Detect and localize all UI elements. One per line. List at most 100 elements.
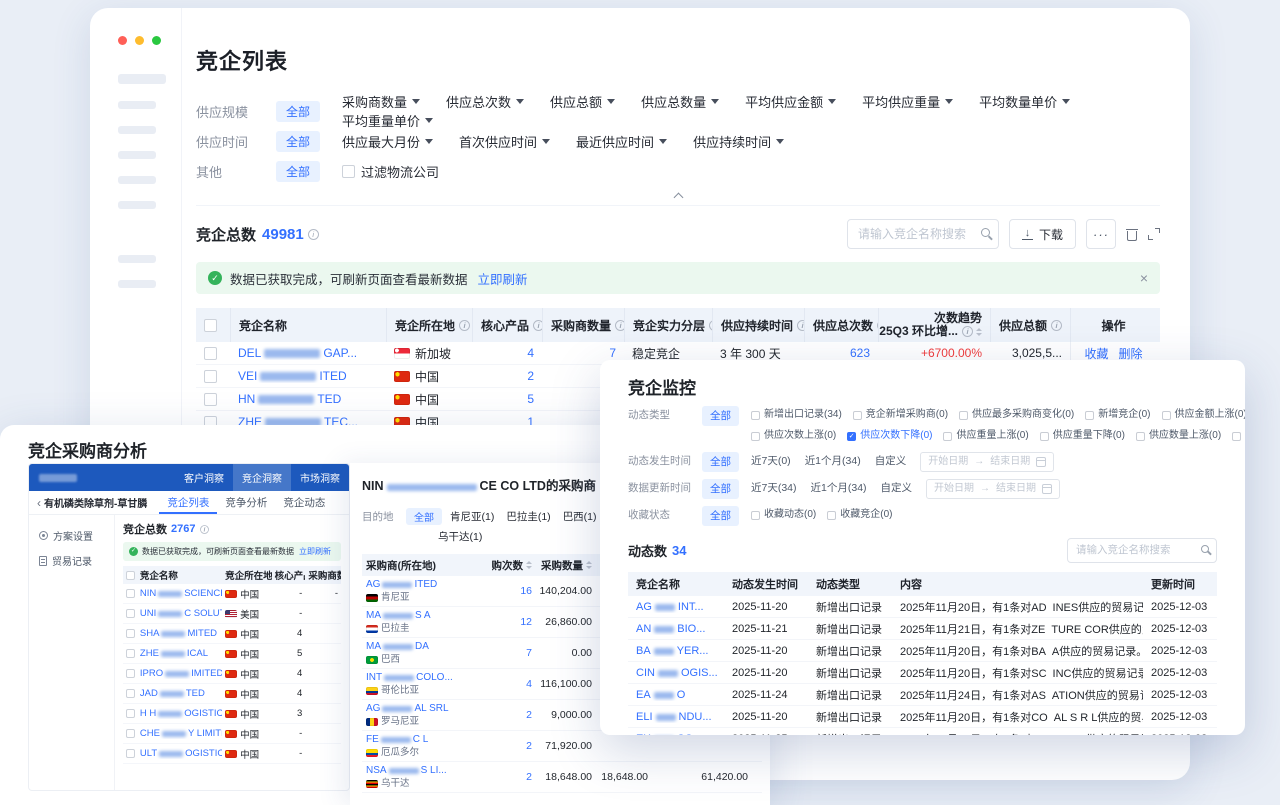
dynamic-type-checkbox[interactable]: 供应金额上涨(0) [1162, 406, 1246, 424]
select-all-checkbox[interactable] [126, 571, 135, 580]
dynamic-type-checkbox[interactable]: 新增出口记录(34) [751, 406, 842, 424]
column-header-buyer-count[interactable]: 采购商数量 [542, 308, 624, 342]
filter-dropdown[interactable]: 供应总数量 [641, 92, 719, 111]
row-checkbox[interactable] [126, 689, 135, 698]
sidebar-item-trade-records[interactable]: 贸易记录 [29, 548, 114, 573]
select-all-checkbox[interactable] [204, 319, 217, 332]
dynamic-type-checkbox[interactable]: 竞企新增采购商(0) [853, 406, 948, 424]
delete-link[interactable]: 删除 [1119, 345, 1143, 362]
table-row[interactable]: JADTED 中国 4 [123, 684, 341, 704]
purchaser-name-link[interactable]: NSAS LI... [366, 764, 447, 777]
sidebar-item-scheme-settings[interactable]: 方案设置 [29, 523, 114, 548]
column-header-duration[interactable]: 供应持续时间 [712, 308, 804, 342]
refresh-now-link[interactable]: 立即刷新 [299, 546, 331, 557]
company-name-link[interactable]: JADTED [140, 688, 205, 699]
sub-tab[interactable]: 竞企列表 [159, 491, 217, 514]
all-filter-chip[interactable]: 全部 [276, 131, 320, 152]
table-row[interactable]: EXCO... 2025-11-25 新增出口记录 2025年11月25日，有1… [628, 728, 1217, 735]
company-name-link[interactable]: ANBIO... [636, 623, 705, 635]
destination-option[interactable]: 巴拉圭(1) [506, 509, 550, 524]
company-name-link[interactable]: NINSCIENCE C... [140, 588, 222, 599]
company-name-link[interactable]: ULTOGISTICS ... [140, 748, 222, 759]
back-icon[interactable]: ‹ [37, 496, 41, 510]
filter-dropdown[interactable]: 平均供应金额 [745, 92, 836, 111]
sub-tab[interactable]: 竞企动态 [275, 491, 333, 514]
dynamic-type-checkbox[interactable]: 供应次数下降(0) [847, 427, 932, 445]
favorite-link[interactable]: 收藏 [1084, 345, 1108, 362]
total-times[interactable]: 623 [850, 346, 870, 360]
search-icon[interactable] [981, 228, 990, 237]
column-header-location[interactable]: 竞企所在地 [386, 308, 472, 342]
search-icon[interactable] [1201, 545, 1209, 553]
core-products-count[interactable]: 2 [527, 369, 534, 383]
top-nav-tab[interactable]: 竞企洞察 [233, 464, 291, 491]
logistics-filter-checkbox[interactable]: 过滤物流公司 [342, 162, 439, 181]
destination-option[interactable]: 巴西(1) [563, 509, 597, 524]
destination-option[interactable]: 肯尼亚(1) [450, 509, 494, 524]
dynamic-type-checkbox[interactable]: 供应最多采购商变化(0) [959, 406, 1074, 424]
row-checkbox[interactable] [126, 669, 135, 678]
buyer-count[interactable]: 7 [609, 346, 616, 360]
row-checkbox[interactable] [126, 589, 135, 598]
top-nav-tab[interactable]: 市场洞察 [291, 464, 349, 491]
row-checkbox[interactable] [126, 629, 135, 638]
company-name-link[interactable]: CHEY LIMITED [140, 728, 222, 739]
refresh-now-link[interactable]: 立即刷新 [478, 269, 528, 288]
all-filter-chip[interactable]: 全部 [406, 508, 442, 525]
filter-dropdown[interactable]: 供应总额 [550, 92, 615, 111]
column-header-purchase-qty[interactable]: 采购数量 [536, 558, 596, 573]
column-header-name[interactable]: 竞企名称 [230, 308, 386, 342]
row-checkbox[interactable] [204, 370, 217, 383]
dynamic-type-checkbox[interactable]: 供应重量上涨(0) [943, 427, 1028, 445]
dynamic-type-checkbox[interactable]: 供应次数上涨(0) [751, 427, 836, 445]
dynamic-type-checkbox[interactable]: 供应重量下降(0) [1040, 427, 1125, 445]
column-header-total-times[interactable]: 供应总次数 [804, 308, 878, 342]
purchaser-name-link[interactable]: MAS A [366, 609, 431, 622]
company-name-link[interactable]: EXCO... [636, 733, 702, 736]
table-row[interactable]: H HOGISTICS C... 中国 3 [123, 704, 341, 724]
purchaser-name-link[interactable]: FEC L [366, 733, 428, 746]
time-range-option[interactable]: 近1个月(34) [805, 452, 861, 470]
company-name-link[interactable]: AGINT... [636, 601, 704, 613]
company-name-link[interactable]: UNIC SOLUTI... [140, 608, 222, 619]
purchaser-name-link[interactable]: AGAL SRL [366, 702, 449, 715]
all-filter-chip[interactable]: 全部 [702, 506, 739, 526]
table-row[interactable]: IPROIMITED 35... 中国 4 [123, 664, 341, 684]
dynamic-type-checkbox[interactable]: 新增竞企(0) [1085, 406, 1150, 424]
filter-dropdown[interactable]: 采购商数量 [342, 92, 420, 111]
filter-dropdown[interactable]: 平均重量单价 [342, 111, 433, 130]
company-name-link[interactable]: HNTED [238, 392, 341, 406]
date-range-input[interactable]: 开始日期→结束日期 [926, 479, 1060, 499]
table-row[interactable]: ZHEICAL 中国 5 [123, 644, 341, 664]
company-name-link[interactable]: ELINDU... [636, 711, 712, 723]
purchaser-name-link[interactable]: AGITED [366, 578, 437, 591]
filter-dropdown[interactable]: 供应总次数 [446, 92, 524, 111]
purchaser-name-link[interactable]: INTCOLO... [366, 671, 453, 684]
sort-icon[interactable] [976, 328, 982, 336]
top-nav-tab[interactable]: 客户洞察 [175, 464, 233, 491]
time-range-option[interactable]: 自定义 [881, 479, 913, 497]
company-name-link[interactable]: ZHEICAL [140, 648, 208, 659]
row-checkbox[interactable] [126, 749, 135, 758]
company-name-link[interactable]: EAO [636, 689, 685, 701]
all-filter-chip[interactable]: 全部 [702, 479, 739, 499]
table-row[interactable]: ANBIO... 2025-11-21 新增出口记录 2025年11月21日，有… [628, 618, 1217, 640]
table-row[interactable]: SHAMITED 中国 4 [123, 624, 341, 644]
dynamic-type-checkbox[interactable]: 供应数量下降(0) [1232, 427, 1245, 445]
table-row[interactable]: ELINDU... 2025-11-20 新增出口记录 2025年11月20日，… [628, 706, 1217, 728]
favorite-status-checkbox[interactable]: 收藏竞企(0) [827, 506, 892, 524]
table-row[interactable]: CHEY LIMITED 中国 - [123, 724, 341, 744]
fullscreen-icon[interactable] [1148, 228, 1160, 240]
column-header-core-products[interactable]: 核心产品 [472, 308, 542, 342]
company-name-link[interactable]: SHAMITED [140, 628, 217, 639]
table-row[interactable]: EAO 2025-11-24 新增出口记录 2025年11月24日，有1条对AS… [628, 684, 1217, 706]
company-name-link[interactable]: BAYER... [636, 645, 708, 657]
row-checkbox[interactable] [204, 347, 217, 360]
time-range-option[interactable]: 近7天(0) [751, 452, 791, 470]
filter-dropdown[interactable]: 供应最大月份 [342, 132, 433, 151]
table-row[interactable]: ULTOGISTICS ... 中国 - [123, 744, 341, 764]
all-filter-chip[interactable]: 全部 [702, 406, 739, 426]
column-header-purchase-times[interactable]: 采购次数 [492, 558, 536, 573]
sort-icon[interactable] [526, 561, 532, 569]
column-header-trend[interactable]: 次数趋势 2025Q3 环比增... [878, 308, 990, 342]
